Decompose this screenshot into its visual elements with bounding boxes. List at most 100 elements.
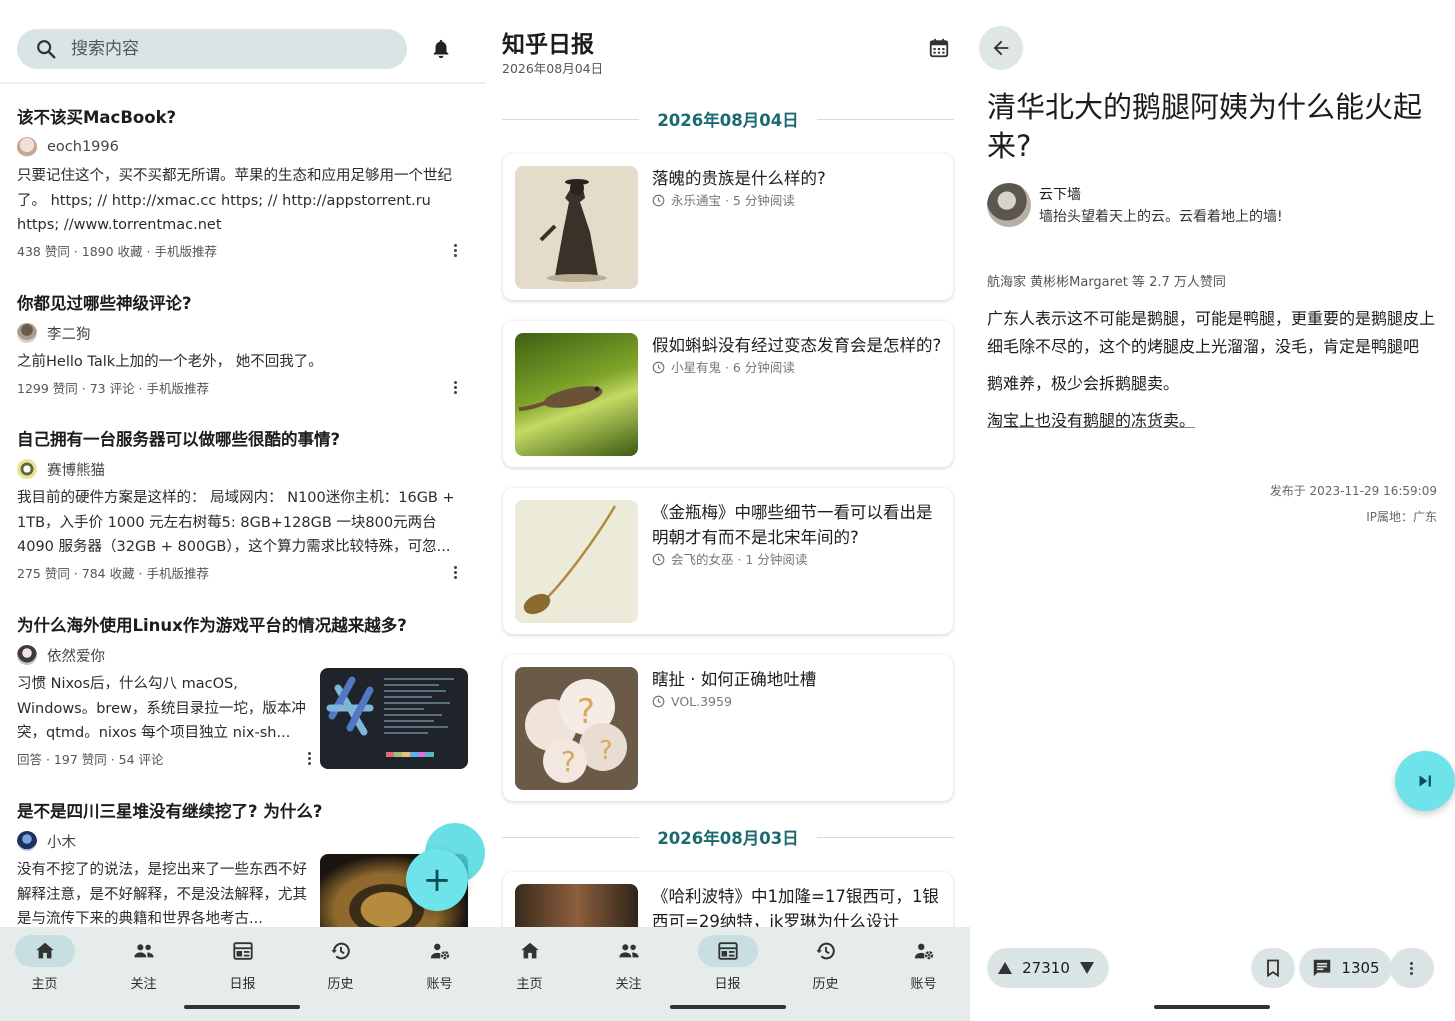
avatar <box>17 459 37 479</box>
answer-paragraph: 淘宝上也没有鹅腿的冻货卖。 <box>987 411 1196 430</box>
feed-item-excerpt[interactable]: 之前Hello Talk上加的一个老外， 她不回我了。 <box>17 350 472 375</box>
comments-button[interactable]: 1305 <box>1299 948 1392 988</box>
feed-item-title[interactable]: 为什么海外使用Linux作为游戏平台的情况越来越多? <box>17 615 472 637</box>
bookmark-button[interactable] <box>1251 948 1295 988</box>
upvote-icon[interactable] <box>997 961 1013 975</box>
nav-item-history[interactable]: 历史 <box>292 927 389 1007</box>
feed-item[interactable]: 自己拥有一台服务器可以做哪些很酷的事情? 赛博熊猫 我目前的硬件方案是这样的： … <box>17 429 472 582</box>
date-separator: 2026年08月04日 <box>502 107 955 131</box>
back-button[interactable] <box>979 26 1023 70</box>
feed-item-author[interactable]: 依然爱你 <box>17 645 472 665</box>
feed-item[interactable]: 该不该买MacBook? eoch1996 只要记住这个，买不买都无所谓。苹果的… <box>17 107 472 260</box>
answer-screen: 清华北大的鹅腿阿姨为什么能火起来? 云下墙 墙抬头望着天上的云。云看着地上的墙!… <box>970 0 1455 1021</box>
nav-item-daily[interactable]: 日报 <box>679 927 776 1007</box>
more-options-icon[interactable] <box>454 243 458 257</box>
feed-item-author[interactable]: 李二狗 <box>17 323 472 343</box>
feed-item-excerpt[interactable]: 只要记住这个，买不买都无所谓。苹果的生态和应用足够用一个世纪了。 https; … <box>17 164 472 238</box>
nav-item-follow[interactable]: 关注 <box>580 927 677 1007</box>
author-name: 李二狗 <box>47 326 91 343</box>
upvoters-text: 航海家 黄彬彬Margaret 等 2.7 万人赞同 <box>987 275 1226 290</box>
publish-time: 发布于 2023-11-29 16:59:09 <box>1269 484 1437 498</box>
more-button[interactable] <box>1390 948 1434 988</box>
story-card[interactable]: 落魄的贵族是什么样的? 永乐通宝 · 5 分钟阅读 <box>503 154 953 300</box>
feed-item-meta: 回答 · 197 赞同 · 54 评论 <box>17 749 312 768</box>
bookmark-icon <box>1267 959 1279 978</box>
clock-icon <box>652 695 665 708</box>
daily-screen: 知乎日报 2026年08月04日 2026年08月04日 落魄的贵族是什么样的?… <box>486 0 970 1021</box>
nav-item-account[interactable]: 账号 <box>391 927 486 1007</box>
meta-text: 275 赞同 · 784 收藏 · 手机版推荐 <box>17 565 210 581</box>
account-settings-icon <box>914 943 933 960</box>
gesture-handle[interactable] <box>184 1005 300 1009</box>
home-top-bar <box>0 0 486 84</box>
avatar <box>17 323 37 343</box>
people-icon <box>133 944 154 958</box>
feed-item-title[interactable]: 该不该买MacBook? <box>17 107 472 129</box>
feed-item[interactable]: 为什么海外使用Linux作为游戏平台的情况越来越多? 依然爱你 习惯 Nixos… <box>17 615 472 769</box>
author-name: 云下墙 <box>1039 187 1081 203</box>
nav-label: 历史 <box>327 977 354 992</box>
nav-item-home[interactable]: 主页 <box>486 927 578 1007</box>
history-icon <box>815 942 835 960</box>
nav-item-follow[interactable]: 关注 <box>95 927 192 1007</box>
svg-text:?: ? <box>561 745 576 778</box>
more-options-icon[interactable] <box>454 380 458 394</box>
story-meta: 永乐通宝 · 5 分钟阅读 <box>671 193 795 208</box>
nav-item-account[interactable]: 账号 <box>875 927 970 1007</box>
nav-label: 历史 <box>812 977 839 992</box>
search-input[interactable] <box>71 39 371 59</box>
calendar-icon[interactable] <box>928 37 950 59</box>
story-image <box>515 500 638 623</box>
home-screen: 该不该买MacBook? eoch1996 只要记住这个，买不买都无所谓。苹果的… <box>0 0 486 1021</box>
next-answer-fab[interactable] <box>1395 751 1455 811</box>
account-settings-icon <box>430 943 449 960</box>
gesture-handle[interactable] <box>1154 1005 1270 1009</box>
feed-item-author[interactable]: 小木 <box>17 831 472 851</box>
feed-item-excerpt[interactable]: 没有不挖了的说法，是挖出来了一些东西不好解释注意，是不好解释，不是没法解释，尤其… <box>17 858 312 928</box>
answer-paragraph: 鹅难养，极少会拆鹅腿卖。 <box>987 374 1180 393</box>
feed-item[interactable]: 你都见过哪些神级评论? 李二狗 之前Hello Talk上加的一个老外， 她不回… <box>17 293 472 397</box>
feed-item-author[interactable]: 赛博熊猫 <box>17 459 472 479</box>
bottom-navigation: 主页 关注 日报 历史 账号 <box>0 927 486 1021</box>
feed-item[interactable]: 是不是四川三星堆没有继续挖了? 为什么? 小木 没有不挖了的说法，是挖出来了一些… <box>17 801 472 928</box>
clock-icon <box>652 194 665 207</box>
date-label: 2026年08月04日 <box>657 111 799 130</box>
more-vert-icon <box>1410 961 1414 975</box>
story-card[interactable]: ??? 瞎扯 · 如何正确地吐槽 VOL.3959 <box>503 655 953 801</box>
nav-label: 账号 <box>910 977 937 992</box>
story-image: ??? <box>515 667 638 790</box>
author-name: 赛博熊猫 <box>47 462 105 479</box>
feed-item-author[interactable]: eoch1996 <box>17 137 472 157</box>
nav-item-home[interactable]: 主页 <box>0 927 93 1007</box>
feed-item-title[interactable]: 自己拥有一台服务器可以做哪些很酷的事情? <box>17 429 472 451</box>
gesture-handle[interactable] <box>670 1005 786 1009</box>
nav-label: 关注 <box>130 977 157 992</box>
meta-text: 438 赞同 · 1890 收藏 · 手机版推荐 <box>17 243 217 259</box>
nav-label: 日报 <box>714 977 741 992</box>
vote-control: 27310 <box>987 948 1109 988</box>
svg-text:?: ? <box>599 736 613 766</box>
nav-label: 日报 <box>229 977 256 992</box>
nixos-logo-icon <box>326 676 454 757</box>
feed-item-meta: 275 赞同 · 784 收藏 · 手机版推荐 <box>17 563 472 582</box>
story-card[interactable]: 《金瓶梅》中哪些细节一看可以看出是明朝才有而不是北宋年间的? 会飞的女巫 · 1… <box>503 488 953 634</box>
nav-item-daily[interactable]: 日报 <box>194 927 291 1007</box>
author-row[interactable]: 云下墙 墙抬头望着天上的云。云看着地上的墙! <box>987 183 1283 227</box>
feed-item-title[interactable]: 你都见过哪些神级评论? <box>17 293 472 315</box>
more-options-icon[interactable] <box>308 751 312 765</box>
feed-item-excerpt[interactable]: 我目前的硬件方案是这样的： 局域网内： N100迷你主机：16GB + 1TB，… <box>17 486 472 560</box>
search-icon <box>37 40 56 59</box>
search-bar[interactable] <box>17 29 407 69</box>
feed-item-excerpt[interactable]: 习惯 Nixos后，什么勾八 macOS, Windows。brew，系统目录拉… <box>17 672 312 746</box>
linux-screenshot-thumbnail[interactable] <box>320 668 468 769</box>
story-card[interactable]: 假如蝌蚪没有经过变态发育会是怎样的? 小星有鬼 · 6 分钟阅读 <box>503 321 953 467</box>
story-title: 落魄的贵族是什么样的? <box>652 169 826 188</box>
nav-item-history[interactable]: 历史 <box>777 927 874 1007</box>
skip-next-icon <box>1419 775 1431 787</box>
comment-icon <box>1314 959 1331 977</box>
downvote-icon[interactable] <box>1079 961 1095 975</box>
more-options-icon[interactable] <box>454 565 458 579</box>
bell-icon[interactable] <box>430 37 452 61</box>
feed-item-title[interactable]: 是不是四川三星堆没有继续挖了? 为什么? <box>17 801 472 823</box>
add-fab[interactable]: + <box>406 849 468 911</box>
